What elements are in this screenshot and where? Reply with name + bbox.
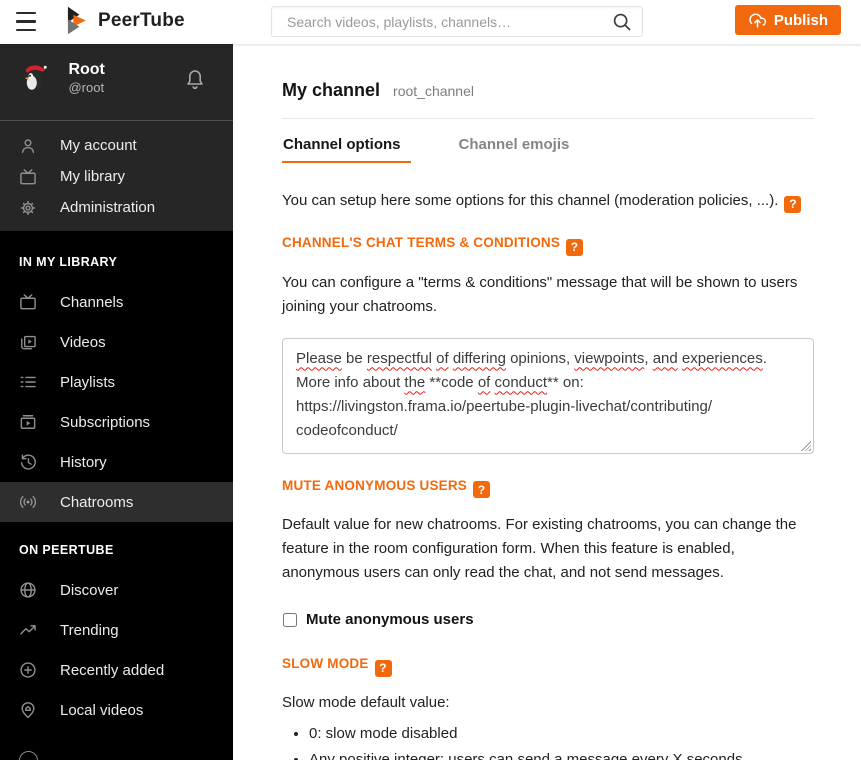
- main-content: My channel root_channel Channel options …: [233, 44, 861, 760]
- tv-icon: [18, 292, 38, 312]
- notification-bell-icon[interactable]: [183, 66, 207, 93]
- terms-textarea[interactable]: Please be respectful of differing opinio…: [282, 337, 814, 454]
- sidebar-item-label: Administration: [60, 199, 156, 216]
- sidebar-section-library: IN MY LIBRARY Channels Videos Playlists Sub…: [0, 231, 233, 522]
- tab-channel-options[interactable]: Channel options: [282, 132, 411, 163]
- upload-cloud-icon: [748, 11, 767, 30]
- sidebar-item-label: Videos: [60, 333, 106, 351]
- tabs: Channel options Channel emojis: [282, 132, 814, 163]
- section-heading-terms: CHANNEL'S CHAT TERMS & CONDITIONS?: [282, 235, 814, 256]
- history-icon: [18, 452, 38, 472]
- mute-description: Default value for new chatrooms. For exi…: [282, 516, 797, 581]
- help-icon[interactable]: ?: [374, 659, 392, 677]
- home-pin-icon: [18, 700, 38, 720]
- sidebar-item-label: My library: [60, 168, 126, 185]
- sidebar-item-administration[interactable]: Administration: [0, 192, 233, 223]
- gear-icon: [18, 198, 38, 218]
- sidebar-section-platform: ON PEERTUBE Discover Trending Recently add…: [0, 522, 233, 730]
- slow-mode-bullet-list: 0: slow mode disabled Any positive intege…: [282, 722, 802, 760]
- logged-in-block: Root @root: [0, 44, 233, 121]
- sidebar-item-recently-added[interactable]: Recently added: [0, 650, 233, 690]
- sidebar-item-label: Subscriptions: [60, 413, 151, 431]
- help-icon[interactable]: ?: [566, 238, 584, 256]
- sidebar-item-label: Discover: [60, 581, 119, 599]
- tv-icon: [18, 167, 38, 187]
- sidebar-item-channels[interactable]: Channels: [0, 282, 233, 322]
- search-icon[interactable]: [611, 11, 633, 33]
- publish-label: Publish: [773, 11, 828, 29]
- sidebar-item-partial-icon[interactable]: [19, 751, 38, 760]
- user-display-name[interactable]: Root: [68, 60, 104, 79]
- broadcast-icon: [18, 492, 38, 512]
- brand[interactable]: PeerTube: [67, 6, 185, 35]
- plus-circle-icon: [18, 660, 38, 680]
- sidebar-item-local-videos[interactable]: Local videos: [0, 690, 233, 730]
- sidebar-section-title-library: IN MY LIBRARY: [19, 255, 118, 269]
- mute-checkbox[interactable]: [283, 612, 297, 627]
- sidebar-item-label: My account: [60, 137, 137, 154]
- help-icon[interactable]: ?: [473, 481, 491, 498]
- sidebar-item-label: Recently added: [60, 661, 165, 679]
- sidebar-item-label: History: [60, 453, 107, 471]
- sidebar-item-label: Chatrooms: [60, 493, 134, 511]
- slow-description: Slow mode default value:: [282, 693, 450, 711]
- trending-icon: [18, 620, 38, 640]
- peertube-logo-icon: [67, 6, 89, 35]
- user-handle: @root: [68, 80, 105, 95]
- sidebar-item-subscriptions[interactable]: Subscriptions: [0, 402, 233, 442]
- terms-text-line: More info about the **code of conduct** …: [296, 373, 584, 391]
- terms-text-line: https://livingston.frama.io/peertube-plu…: [296, 397, 713, 415]
- publish-button[interactable]: Publish: [734, 5, 841, 35]
- slow-bullet: 0: slow mode disabled: [309, 722, 802, 746]
- intro-text: You can setup here some options for this…: [282, 190, 814, 213]
- sidebar-item-trending[interactable]: Trending: [0, 610, 233, 650]
- sidebar-item-label: Channels: [60, 293, 124, 311]
- subscriptions-icon: [18, 412, 38, 432]
- sidebar-item-my-account[interactable]: My account: [0, 130, 233, 161]
- search-input[interactable]: [271, 6, 643, 37]
- help-icon[interactable]: ?: [784, 196, 802, 213]
- top-header: PeerTube Publish: [0, 0, 861, 44]
- sidebar-item-chatrooms[interactable]: Chatrooms: [0, 482, 233, 522]
- sidebar-item-history[interactable]: History: [0, 442, 233, 482]
- sidebar-section-title-platform: ON PEERTUBE: [19, 543, 114, 557]
- playlist-icon: [18, 372, 38, 392]
- page-title: My channel: [282, 80, 381, 100]
- sidebar-item-videos[interactable]: Videos: [0, 322, 233, 362]
- sidebar-item-my-library[interactable]: My library: [0, 161, 233, 192]
- section-heading-mute: MUTE ANONYMOUS USERS?: [282, 478, 814, 498]
- mute-checkbox-label[interactable]: Mute anonymous users: [306, 611, 474, 628]
- user-avatar[interactable]: [17, 60, 51, 94]
- section-heading-slow: SLOW MODE?: [282, 656, 814, 677]
- resize-handle-icon[interactable]: [801, 440, 811, 451]
- sidebar-item-playlists[interactable]: Playlists: [0, 362, 233, 402]
- hamburger-menu-button[interactable]: [16, 12, 36, 31]
- sidebar: Root @root My account My library Administr…: [0, 44, 233, 760]
- channel-name-subtitle: root_channel: [393, 83, 474, 99]
- terms-description: You can configure a "terms & conditions"…: [282, 273, 798, 315]
- sidebar-item-label: Playlists: [60, 373, 116, 391]
- sidebar-item-label: Trending: [60, 621, 119, 639]
- sidebar-item-discover[interactable]: Discover: [0, 570, 233, 610]
- terms-text-line: codeofconduct/: [296, 421, 398, 439]
- brand-title: PeerTube: [98, 9, 185, 31]
- tab-channel-emojis[interactable]: Channel emojis: [458, 132, 580, 163]
- slow-bullet: Any positive integer: users can send a m…: [309, 748, 802, 760]
- globe-icon: [18, 580, 38, 600]
- user-icon: [18, 136, 38, 156]
- terms-text-line: Please be respectful of differing opinio…: [296, 349, 767, 367]
- videos-icon: [18, 332, 38, 352]
- sidebar-item-label: Local videos: [60, 701, 144, 719]
- divider: [282, 118, 814, 119]
- sidebar-main-menu: My account My library Administration: [0, 121, 233, 231]
